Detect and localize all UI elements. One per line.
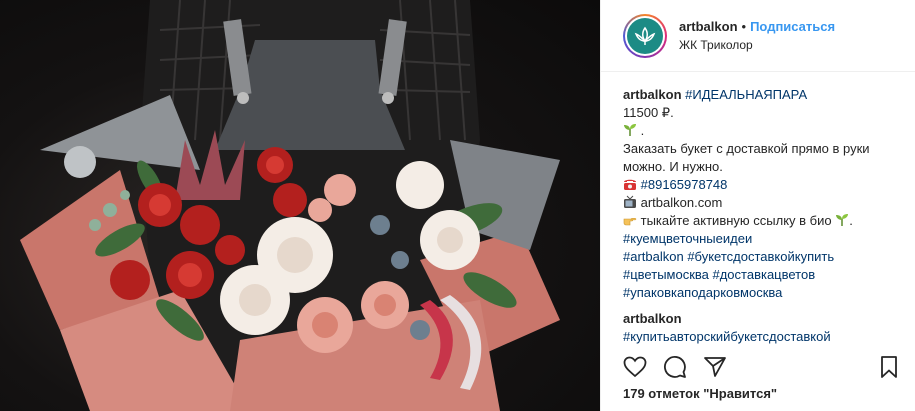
site-text: artbalkon.com — [640, 195, 723, 210]
caption-area: artbalkon #ИДЕАЛЬНАЯПАРА 11500 ₽. . Зака… — [623, 86, 907, 344]
post-photo[interactable] — [0, 0, 600, 411]
instagram-post: artbalkon • Подписаться ЖК Триколор artb… — [0, 0, 915, 411]
avatar[interactable] — [623, 13, 667, 58]
telephone-icon — [624, 179, 636, 190]
post-header: artbalkon • Подписаться ЖК Триколор — [601, 0, 915, 72]
bouquet-illustration — [20, 0, 560, 411]
television-icon — [624, 195, 636, 208]
hashtag-line[interactable]: #упаковкаподарковмосква — [623, 284, 907, 302]
share-icon — [704, 357, 726, 377]
hashtag-line[interactable]: #цветымосква #доставкацветов — [623, 266, 907, 284]
action-bar — [615, 347, 909, 387]
price-suffix: . — [640, 123, 645, 138]
hashtag-line[interactable]: #куемцветочныеидеи — [623, 230, 907, 248]
caption-username[interactable]: artbalkon — [623, 87, 682, 102]
comment-button[interactable] — [655, 347, 695, 387]
pointing-hand-icon — [623, 218, 637, 226]
likes-count[interactable]: 179 отметок "Нравится" — [623, 386, 777, 401]
share-button[interactable] — [695, 347, 735, 387]
price-text: 11500 ₽. — [623, 105, 674, 120]
seedling-icon — [836, 214, 849, 226]
location-link[interactable]: ЖК Триколор — [679, 36, 835, 54]
bio-hint-suffix: . — [849, 213, 853, 228]
separator-dot: • — [741, 18, 747, 34]
hashtag-link[interactable]: #ИДЕАЛЬНАЯПАРА — [685, 87, 807, 102]
comment-hashtag[interactable]: #купитьавторскийбукетсдоставкой — [623, 328, 907, 344]
follow-button[interactable]: Подписаться — [750, 18, 835, 36]
caption-text-1: Заказать букет с доставкой прямо в руки — [623, 141, 870, 156]
bookmark-icon — [881, 356, 897, 378]
heart-icon — [623, 356, 647, 378]
post-sidebar: artbalkon • Подписаться ЖК Триколор artb… — [600, 0, 915, 411]
save-button[interactable] — [869, 347, 909, 387]
comment-username[interactable]: artbalkon — [623, 310, 907, 328]
like-button[interactable] — [615, 347, 655, 387]
caption-text-2: можно. И нужно. — [623, 159, 723, 174]
comment-icon — [664, 356, 686, 378]
lotus-logo-icon — [627, 17, 663, 54]
username-link[interactable]: artbalkon — [679, 18, 738, 36]
seedling-icon — [624, 124, 636, 136]
hashtag-line[interactable]: #artbalkon #букетсдоставкойкупить — [623, 248, 907, 266]
bio-hint-text: тыкайте активную ссылку в био — [640, 213, 832, 228]
phone-hashtag[interactable]: #89165978748 — [641, 177, 728, 192]
